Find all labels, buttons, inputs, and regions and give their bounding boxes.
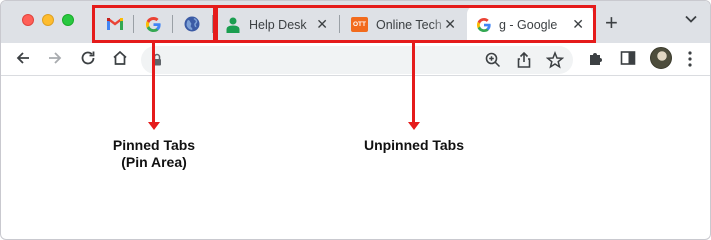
forward-arrow-icon[interactable] — [46, 49, 64, 67]
minimize-window-button[interactable] — [42, 14, 54, 26]
browser-window: Help Desk ✕ OTT Online Tech ✕ g - Google… — [0, 0, 711, 240]
pinned-arrowhead — [148, 122, 160, 130]
avatar[interactable] — [650, 47, 672, 69]
more-menu-icon[interactable] — [687, 50, 693, 68]
zoom-window-button[interactable] — [62, 14, 74, 26]
extensions-puzzle-icon[interactable] — [587, 49, 605, 67]
unpinned-tabs-caption: Unpinned Tabs — [363, 137, 465, 153]
unpinned-arrow — [412, 43, 415, 122]
pinned-tabs-highlight — [92, 5, 216, 43]
zoom-icon[interactable] — [484, 51, 502, 69]
reload-icon[interactable] — [79, 49, 97, 67]
new-tab-button[interactable]: + — [605, 12, 618, 34]
close-window-button[interactable] — [22, 14, 34, 26]
pinned-arrow — [152, 43, 155, 122]
address-bar[interactable] — [141, 46, 573, 74]
side-panel-icon[interactable] — [619, 49, 637, 67]
unpinned-tabs-highlight — [215, 5, 596, 43]
back-arrow-icon[interactable] — [14, 49, 32, 67]
pinned-caption-line1: Pinned Tabs — [112, 137, 196, 153]
home-icon[interactable] — [111, 49, 129, 67]
chevron-down-icon[interactable] — [685, 15, 697, 23]
pinned-tabs-caption: Pinned Tabs (Pin Area) — [94, 137, 214, 171]
share-icon[interactable] — [515, 51, 533, 69]
toolbar — [1, 43, 710, 76]
unpinned-arrowhead — [408, 122, 420, 130]
star-bookmark-icon[interactable] — [546, 51, 564, 69]
pinned-caption-line2: (Pin Area) — [121, 154, 187, 170]
